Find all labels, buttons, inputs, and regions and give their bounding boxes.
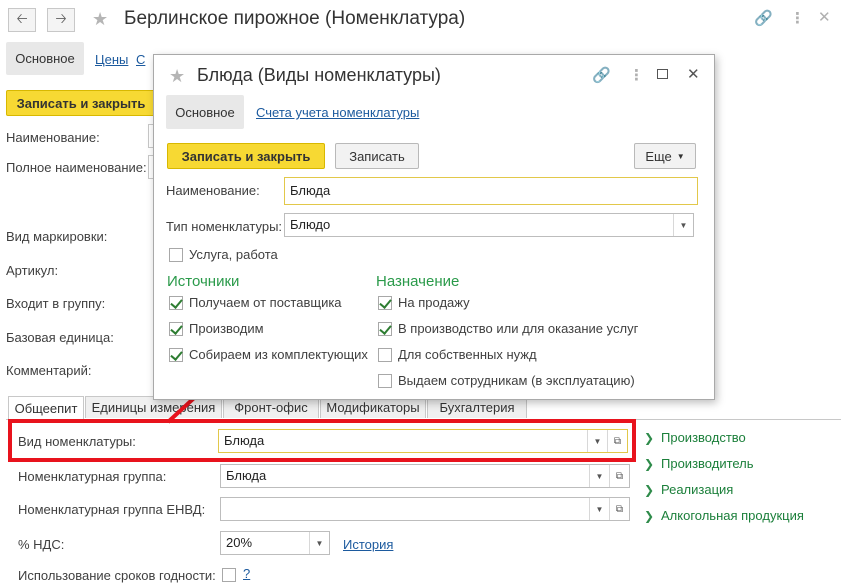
highlight-frame: [8, 419, 636, 462]
name-label: Наименование:: [6, 130, 100, 145]
comment-label: Комментарий:: [6, 363, 92, 378]
purpose-production-label: В производство или для оказание услуг: [398, 321, 639, 336]
close-icon[interactable]: ✕: [687, 65, 700, 83]
nomenclature-kind-dialog: ★ Блюда (Виды номенклатуры) 🔗 ⋮ ✕ Основн…: [153, 54, 715, 400]
purpose-production-checkbox[interactable]: [378, 322, 392, 336]
purpose-employees-checkbox[interactable]: [378, 374, 392, 388]
more-vertical-icon[interactable]: ⋮: [790, 9, 805, 27]
open-icon[interactable]: ⧉: [609, 465, 629, 487]
purpose-employees-label: Выдаем сотрудникам (в эксплуатацию): [398, 373, 635, 388]
vat-history-link[interactable]: История: [343, 537, 393, 552]
chevron-right-icon: ❯: [644, 431, 655, 445]
dialog-name-label: Наименование:: [166, 183, 260, 198]
maximize-icon[interactable]: [657, 69, 668, 79]
source-supplier-label: Получаем от поставщика: [189, 295, 342, 310]
link-icon[interactable]: 🔗: [754, 9, 773, 27]
dialog-save-close-button[interactable]: Записать и закрыть: [167, 143, 325, 169]
side-link-sales[interactable]: Реализация: [661, 482, 733, 497]
side-link-alcohol[interactable]: Алкогольная продукция: [661, 508, 804, 523]
chevron-down-icon[interactable]: ▼: [309, 532, 329, 554]
base-unit-label: Базовая единица:: [6, 330, 114, 345]
side-link-manufacturer[interactable]: Производитель: [661, 456, 754, 471]
chevron-down-icon[interactable]: ▼: [673, 214, 693, 236]
vat-label: % НДС:: [18, 537, 65, 552]
source-produce-label: Производим: [189, 321, 264, 336]
service-label: Услуга, работа: [189, 247, 278, 262]
star-icon[interactable]: ★: [169, 67, 185, 85]
sources-title: Источники: [167, 273, 240, 290]
envd-group-field[interactable]: ⧉ ▼: [220, 497, 630, 521]
full-name-label: Полное наименование:: [6, 160, 147, 175]
tab-other[interactable]: С: [136, 52, 145, 67]
nomenclature-group-field[interactable]: Блюда ⧉ ▼: [220, 464, 630, 488]
service-checkbox[interactable]: [169, 248, 183, 262]
dialog-more-button[interactable]: Еще ▼: [634, 143, 696, 169]
purpose-own-needs-checkbox[interactable]: [378, 348, 392, 362]
save-close-button[interactable]: Записать и закрыть: [6, 90, 156, 116]
link-icon[interactable]: 🔗: [592, 66, 611, 84]
arrow-left-icon: 🡠: [16, 10, 28, 26]
help-link[interactable]: ?: [243, 566, 250, 581]
side-link-production[interactable]: Производство: [661, 430, 746, 445]
forward-button[interactable]: 🡢: [47, 8, 75, 32]
envd-group-label: Номенклатурная группа ЕНВД:: [18, 502, 206, 517]
purpose-sale-label: На продажу: [398, 295, 470, 310]
chevron-right-icon: ❯: [644, 483, 655, 497]
source-supplier-checkbox[interactable]: [169, 296, 183, 310]
marking-label: Вид маркировки:: [6, 229, 108, 244]
article-label: Артикул:: [6, 263, 59, 278]
more-vertical-icon[interactable]: ⋮: [629, 66, 644, 84]
tab-main[interactable]: Основное: [6, 42, 84, 75]
purpose-title: Назначение: [376, 273, 460, 290]
star-icon[interactable]: ★: [92, 10, 108, 28]
tab-prices[interactable]: Цены: [95, 52, 128, 67]
open-icon[interactable]: ⧉: [609, 498, 629, 520]
back-button[interactable]: 🡠: [8, 8, 36, 32]
vat-field[interactable]: 20% ▼: [220, 531, 330, 555]
tab-catering[interactable]: Общеепит: [8, 396, 84, 420]
purpose-own-needs-label: Для собственных нужд: [398, 347, 537, 362]
dialog-save-button[interactable]: Записать: [335, 143, 419, 169]
arrow-right-icon: 🡢: [55, 10, 67, 26]
chevron-right-icon: ❯: [644, 509, 655, 523]
chevron-down-icon[interactable]: ▼: [589, 465, 609, 487]
shelf-life-checkbox[interactable]: [222, 568, 236, 582]
dialog-tab-accounts[interactable]: Счета учета номенклатуры: [256, 105, 419, 120]
chevron-down-icon[interactable]: ▼: [589, 498, 609, 520]
source-assemble-checkbox[interactable]: [169, 348, 183, 362]
dialog-type-field[interactable]: Блюдо ▼: [284, 213, 694, 237]
dialog-name-field[interactable]: Блюда: [284, 177, 698, 205]
source-assemble-label: Собираем из комплектующих: [189, 347, 368, 362]
nomenclature-group-label: Номенклатурная группа:: [18, 469, 167, 484]
chevron-down-icon: ▼: [676, 151, 685, 161]
chevron-right-icon: ❯: [644, 457, 655, 471]
source-produce-checkbox[interactable]: [169, 322, 183, 336]
page-title: Берлинское пирожное (Номенклатура): [124, 8, 466, 29]
dialog-type-label: Тип номенклатуры:: [166, 219, 283, 234]
group-label: Входит в группу:: [6, 296, 106, 311]
dialog-title: Блюда (Виды номенклатуры): [197, 65, 441, 85]
purpose-sale-checkbox[interactable]: [378, 296, 392, 310]
close-icon[interactable]: ✕: [818, 8, 831, 26]
dialog-tab-main[interactable]: Основное: [166, 95, 244, 129]
